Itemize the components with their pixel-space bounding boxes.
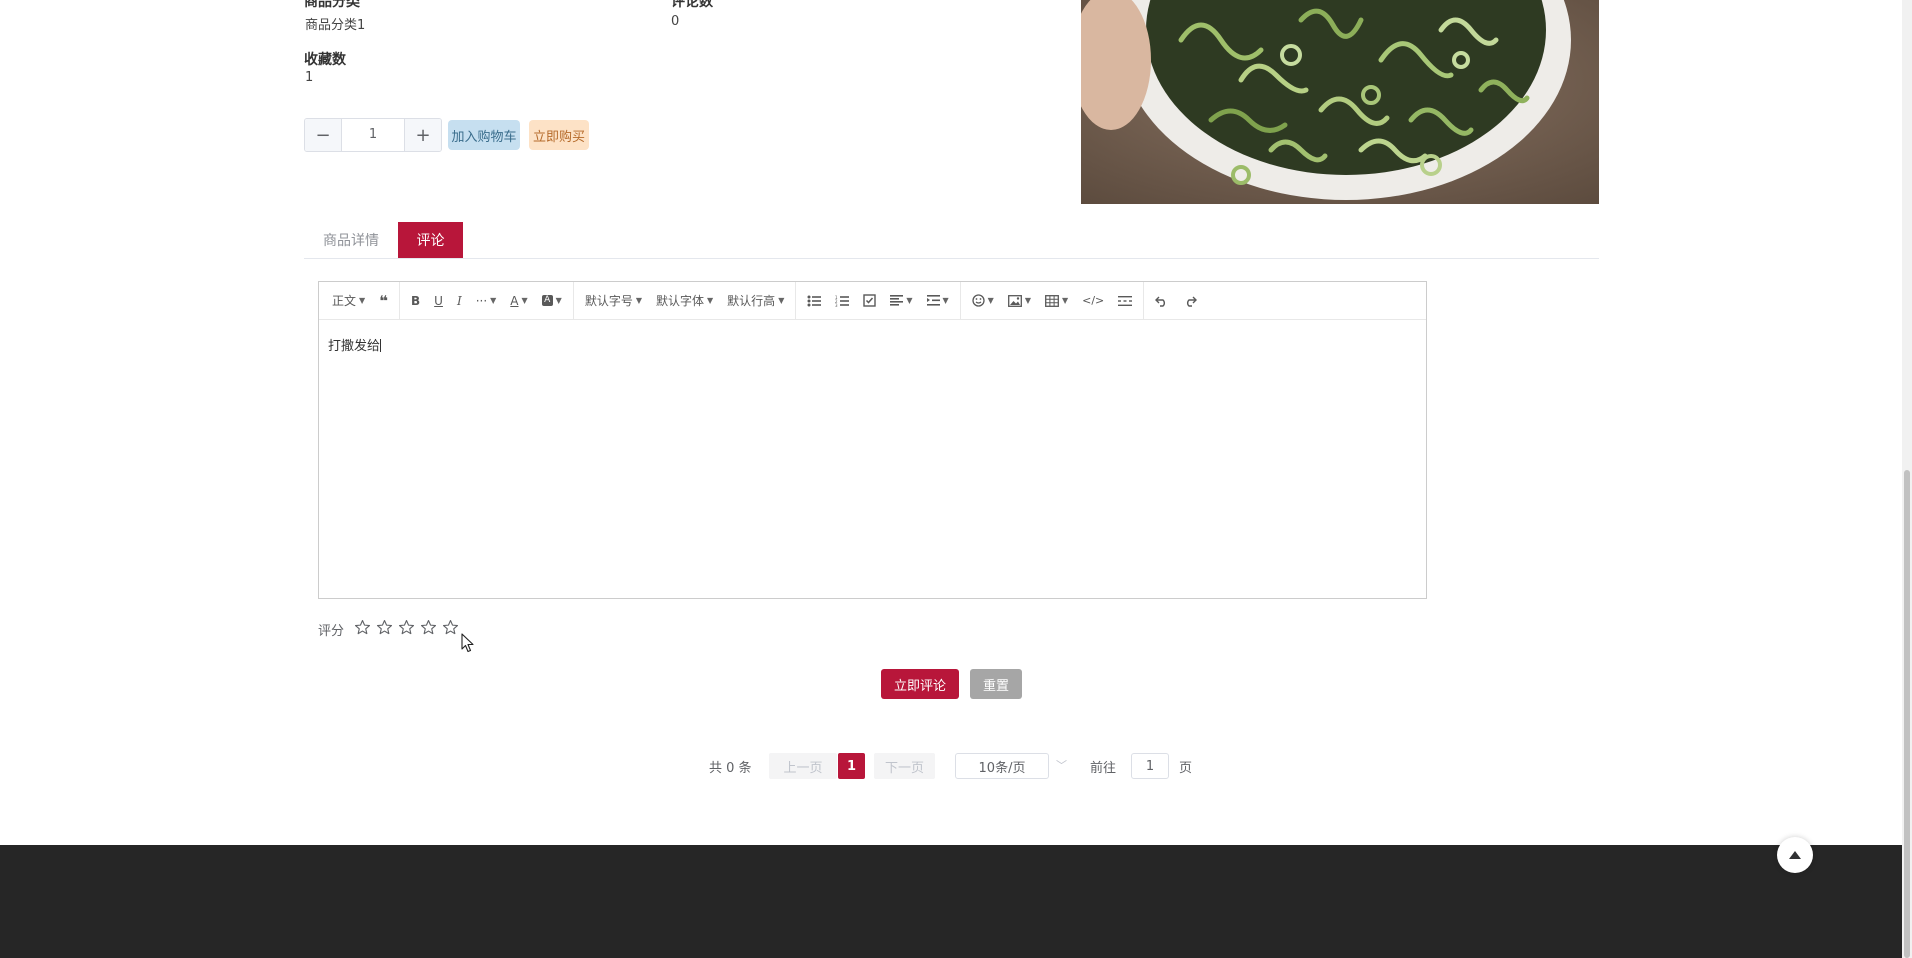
editor-text: 打撒发给	[328, 339, 381, 354]
toolbar-divider	[572, 281, 574, 320]
blockquote-icon[interactable]: ❝	[372, 287, 395, 315]
more-styles-icon[interactable]: ··· ▼	[469, 287, 504, 315]
star-icon[interactable]	[354, 619, 371, 636]
tab-comment[interactable]: 评论	[398, 222, 463, 258]
caret-down-icon: ▼	[521, 296, 528, 305]
caret-down-icon: ▼	[555, 296, 562, 305]
scrollbar-thumb[interactable]	[1904, 470, 1910, 958]
chevron-down-icon: ﹀	[1056, 759, 1067, 772]
line-height-label: 默认行高	[727, 294, 776, 308]
editor-content-area[interactable]: 打撒发给	[319, 320, 1426, 369]
toolbar-divider	[1143, 281, 1145, 320]
mouse-pointer-icon	[461, 633, 474, 653]
add-to-cart-button[interactable]: 加入购物车	[448, 120, 520, 150]
bulleted-list-icon[interactable]	[800, 287, 828, 315]
page-footer	[0, 845, 1902, 958]
star-icon[interactable]	[442, 619, 459, 636]
comment-editor: 正文 ▼ ❝ B U I ··· ▼ A ▼ A ▼ 默认字号 ▼ 默认字体 ▼ 默认行高 ▼…	[318, 281, 1427, 599]
italic-icon[interactable]: I	[450, 287, 469, 315]
caret-down-icon: ▼	[359, 296, 366, 305]
page-unit-label: 页	[1179, 760, 1193, 776]
bold-icon[interactable]: B	[404, 287, 427, 315]
font-family-select[interactable]: 默认字体 ▼	[649, 287, 720, 315]
code-icon[interactable]: </>	[1075, 287, 1111, 315]
background-color-icon[interactable]: A ▼	[535, 287, 569, 315]
comment-count-label: 评论数	[671, 0, 713, 10]
align-icon[interactable]: ▼	[883, 287, 919, 315]
indent-icon[interactable]: ▼	[920, 287, 956, 315]
star-rating	[354, 619, 459, 636]
favorites-value: 1	[305, 70, 314, 85]
caret-down-icon: ▼	[1061, 296, 1069, 305]
caret-down-icon: ▼	[707, 296, 714, 305]
font-size-label: 默认字号	[584, 294, 633, 308]
caret-up-icon	[1789, 851, 1801, 859]
pagination-total: 共 0 条	[709, 760, 752, 776]
svg-text:3: 3	[835, 303, 838, 307]
redo-icon[interactable]	[1176, 287, 1204, 315]
star-icon[interactable]	[420, 619, 437, 636]
prev-page-button[interactable]: 上一页	[769, 753, 837, 779]
quantity-input[interactable]: 1	[341, 119, 405, 151]
table-icon[interactable]: ▼	[1038, 287, 1075, 315]
font-size-select[interactable]: 默认字号 ▼	[578, 287, 649, 315]
caret-down-icon: ▼	[778, 296, 785, 305]
undo-icon[interactable]	[1148, 287, 1176, 315]
caret-down-icon: ▼	[1024, 296, 1031, 305]
increase-button[interactable]: +	[405, 119, 441, 151]
emoji-icon[interactable]: ▼	[965, 287, 1001, 315]
line-height-select[interactable]: 默认行高 ▼	[720, 287, 791, 315]
next-page-button[interactable]: 下一页	[874, 753, 935, 779]
rating-label: 评分	[318, 624, 345, 639]
back-to-top-button[interactable]	[1777, 837, 1813, 873]
product-image	[1081, 0, 1599, 204]
todo-checkbox-icon[interactable]	[856, 287, 883, 315]
category-label: 商品分类	[304, 0, 360, 10]
decrease-button[interactable]: −	[305, 119, 341, 151]
comment-count-value: 0	[671, 14, 680, 29]
editor-toolbar: 正文 ▼ ❝ B U I ··· ▼ A ▼ A ▼ 默认字号 ▼ 默认字体 ▼ 默认行高 ▼…	[319, 281, 1426, 320]
goto-page-input[interactable]: 1	[1131, 753, 1169, 779]
favorites-label: 收藏数	[304, 52, 346, 68]
font-family-label: 默认字体	[656, 294, 705, 308]
caret-down-icon: ▼	[490, 296, 497, 305]
star-icon[interactable]	[376, 619, 393, 636]
tab-product-detail[interactable]: 商品详情	[304, 222, 398, 258]
toolbar-divider	[959, 281, 961, 320]
underline-icon[interactable]: U	[427, 287, 450, 315]
toolbar-divider	[795, 281, 797, 320]
caret-down-icon: ▼	[942, 296, 949, 305]
image-icon[interactable]: ▼	[1001, 287, 1038, 315]
caret-down-icon: ▼	[987, 296, 994, 305]
paragraph-format-label: 正文	[332, 294, 357, 308]
reset-button[interactable]: 重置	[970, 669, 1022, 699]
toolbar-divider	[398, 281, 400, 320]
divider-line-icon[interactable]	[1111, 287, 1139, 315]
caret-down-icon: ▼	[906, 296, 913, 305]
quantity-stepper: − 1 +	[304, 118, 442, 152]
category-value: 商品分类1	[305, 18, 366, 33]
current-page-button[interactable]: 1	[838, 753, 865, 779]
buy-now-button[interactable]: 立即购买	[529, 120, 589, 150]
page-size-select[interactable]: 10条/页	[955, 753, 1049, 779]
submit-comment-button[interactable]: 立即评论	[881, 669, 959, 699]
tab-divider	[304, 258, 1599, 259]
numbered-list-icon[interactable]: 123	[828, 287, 856, 315]
text-cursor	[380, 339, 382, 352]
caret-down-icon: ▼	[635, 296, 642, 305]
font-color-icon[interactable]: A ▼	[503, 287, 534, 315]
paragraph-format-select[interactable]: 正文 ▼	[325, 287, 372, 315]
goto-label: 前往	[1090, 760, 1117, 776]
star-icon[interactable]	[398, 619, 415, 636]
